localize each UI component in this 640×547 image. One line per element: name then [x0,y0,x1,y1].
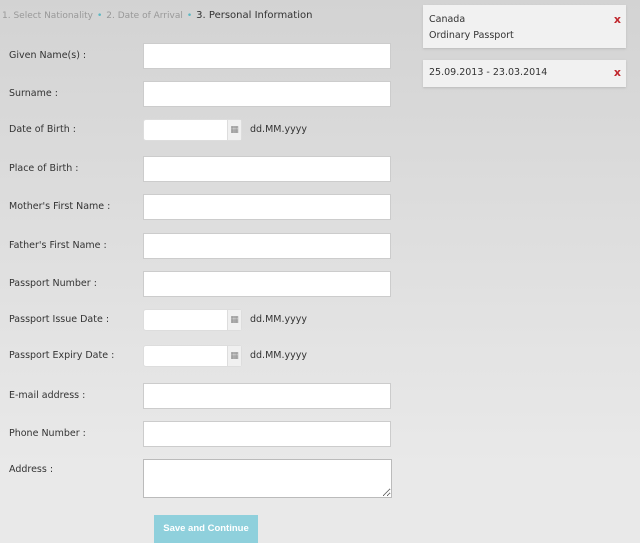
phone-number-input[interactable] [143,421,391,447]
passport-number-input[interactable] [143,271,391,297]
arrival-dates-value: 25.09.2013 - 23.03.2014 [429,67,548,78]
passport-number-label: Passport Number : [9,278,97,289]
remove-nationality-icon[interactable]: x [614,12,621,28]
step-1[interactable]: 1. Select Nationality [2,11,93,21]
calendar-icon[interactable]: ▦ [227,120,241,140]
e-mail-address-label: E-mail address : [9,390,86,401]
date-format-hint: dd.MM.yyyy [250,124,307,135]
calendar-icon[interactable]: ▦ [227,346,241,366]
e-mail-address-input[interactable] [143,383,391,409]
nationality-value: Canada [429,14,466,25]
mother-s-first-name-input[interactable] [143,194,391,220]
phone-number-label: Phone Number : [9,428,86,439]
passport-type-value: Ordinary Passport [429,30,514,41]
step-2[interactable]: 2. Date of Arrival [106,11,183,21]
date-format-hint: dd.MM.yyyy [250,314,307,325]
father-s-first-name-input[interactable] [143,233,391,259]
father-s-first-name-label: Father's First Name : [9,240,107,251]
passport-expiry-date-date-input[interactable]: ▦ [143,345,242,367]
place-of-birth-label: Place of Birth : [9,163,79,174]
remove-dates-icon[interactable]: x [614,65,621,81]
address-label: Address : [9,464,54,475]
place-of-birth-input[interactable] [143,156,391,182]
passport-expiry-date-label: Passport Expiry Date : [9,350,115,361]
breadcrumb-steps: 1. Select Nationality • 2. Date of Arrival… [2,10,313,21]
date-format-hint: dd.MM.yyyy [250,350,307,361]
surname-label: Surname : [9,88,58,99]
footer-strip [0,543,640,547]
nationality-card: Canada Ordinary Passport x [423,5,626,48]
address-textarea[interactable] [143,459,392,498]
date-of-birth-label: Date of Birth : [9,124,76,135]
surname-input[interactable] [143,81,391,107]
given-name-s-label: Given Name(s) : [9,50,87,61]
dates-card: 25.09.2013 - 23.03.2014 x [423,60,626,87]
save-and-continue-button[interactable]: Save and Continue [154,515,258,543]
date-of-birth-date-input[interactable]: ▦ [143,119,242,141]
given-name-s-input[interactable] [143,43,391,69]
passport-issue-date-label: Passport Issue Date : [9,314,110,325]
mother-s-first-name-label: Mother's First Name : [9,201,111,212]
calendar-icon[interactable]: ▦ [227,310,241,330]
step-3-current: 3. Personal Information [196,10,313,21]
passport-issue-date-date-input[interactable]: ▦ [143,309,242,331]
